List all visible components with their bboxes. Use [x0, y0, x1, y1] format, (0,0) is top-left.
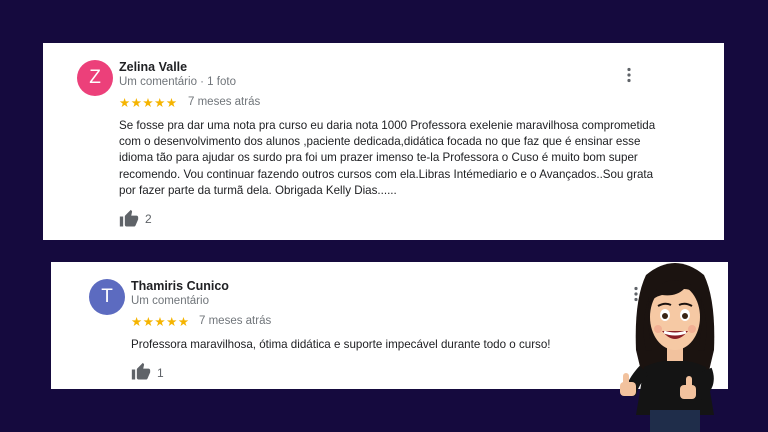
avatar[interactable]: Z: [77, 60, 113, 96]
star-rating: ★★★★★: [119, 96, 178, 110]
like-count: 2: [145, 212, 152, 226]
avatar[interactable]: T: [89, 279, 125, 315]
review-meta: Um comentário: [131, 295, 209, 307]
cartoon-avatar-illustration: [620, 263, 715, 432]
review-card: Z Zelina Valle Um comentário · 1 foto ★★…: [43, 43, 724, 240]
review-text: Professora maravilhosa, ótima didática e…: [131, 338, 551, 351]
thumbs-up-icon[interactable]: [119, 209, 139, 229]
review-meta: Um comentário · 1 foto: [119, 76, 236, 88]
more-vert-icon[interactable]: [626, 67, 632, 83]
review-text: Se fosse pra dar uma nota pra curso eu d…: [119, 119, 656, 197]
like-count: 1: [157, 366, 164, 380]
reviewer-name[interactable]: Thamiris Cunico: [131, 279, 229, 293]
review-date: 7 meses atrás: [199, 315, 272, 327]
review-date: 7 meses atrás: [188, 96, 261, 108]
reviewer-name[interactable]: Zelina Valle: [119, 60, 187, 74]
star-rating: ★★★★★: [131, 315, 190, 329]
thumbs-up-icon[interactable]: [131, 362, 151, 382]
